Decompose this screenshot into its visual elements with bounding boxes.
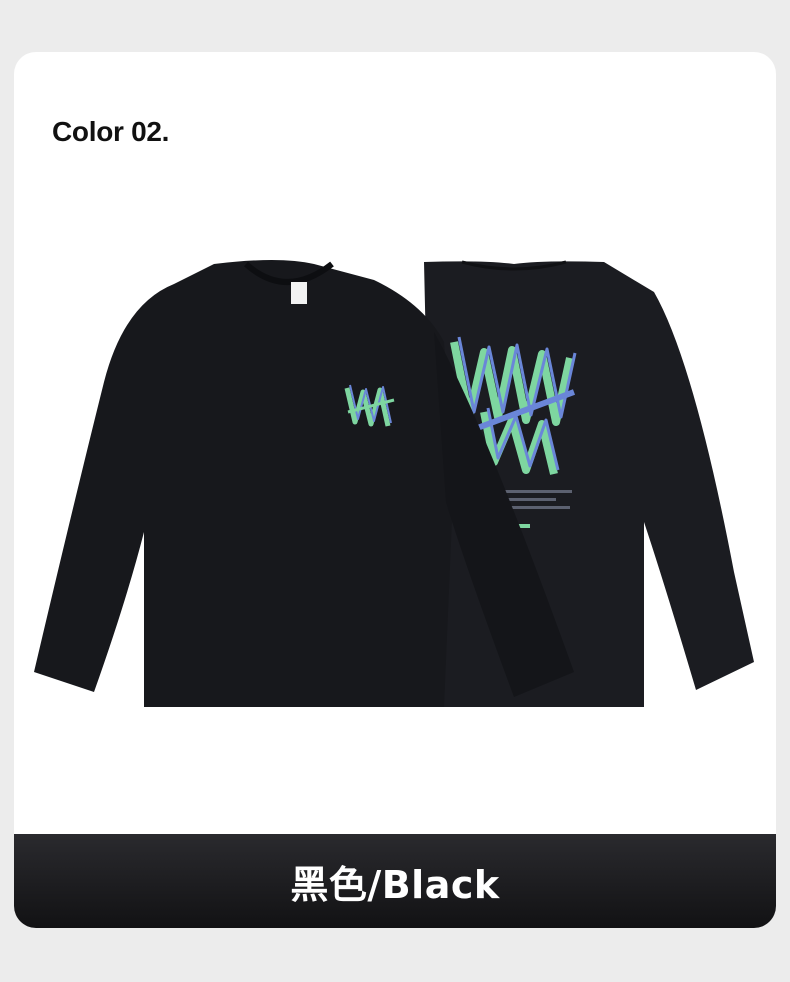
color-name-bar: 黑色/Black [14,834,776,928]
color-option-card: Color 02. 黑色/Black [14,52,776,928]
tag-icon [291,282,307,304]
color-name-label: 黑色/Black [290,862,500,907]
color-option-heading: Color 02. [52,116,170,147]
tshirt-illustration [34,260,754,707]
product-image [14,242,776,722]
